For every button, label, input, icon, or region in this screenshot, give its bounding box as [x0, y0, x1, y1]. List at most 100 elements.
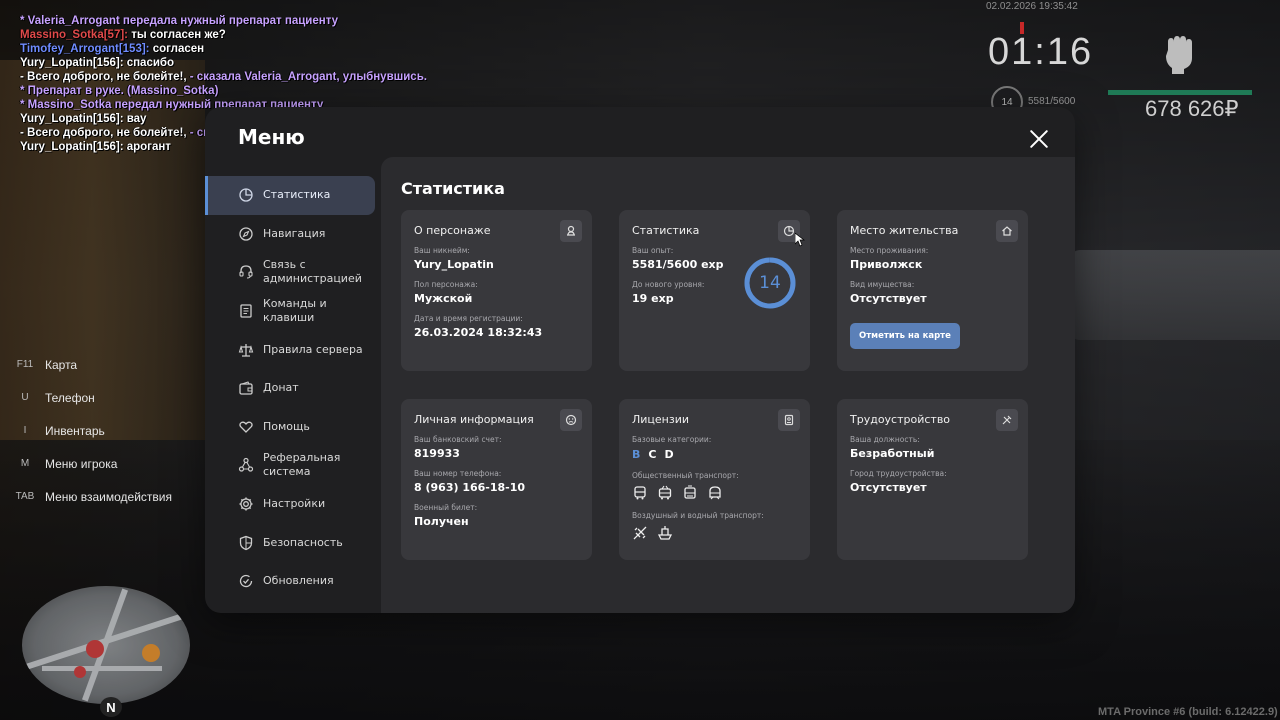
registration-value: 26.03.2024 18:32:43	[414, 326, 543, 339]
public-transport-label: Общественный транспорт:	[632, 471, 739, 480]
shield-icon	[239, 535, 253, 550]
tools-icon[interactable]	[996, 409, 1018, 431]
keybind-hint: U Телефон	[14, 381, 172, 414]
chat-segment: - Всего доброго, не болейте!,	[20, 127, 190, 139]
card-job: Трудоустройство Ваша должность: Безработ…	[837, 399, 1028, 560]
sidebar-item[interactable]: Безопасность	[205, 523, 375, 562]
mark-on-map-button[interactable]: Отметить на карте	[850, 323, 960, 349]
pie-chart-icon	[239, 188, 253, 202]
hint-key: F11	[16, 359, 34, 370]
property-value: Отсутствует	[850, 292, 927, 305]
home-icon[interactable]	[996, 220, 1018, 242]
hint-key: U	[21, 392, 29, 403]
trolleybus-icon	[658, 485, 672, 500]
card-licenses: Лицензии Базовые категории: BCD Обществе…	[619, 399, 810, 560]
hint-label: Меню взаимодействия	[45, 489, 172, 504]
content-title: Статистика	[401, 179, 505, 198]
chat-segment: Yury_Lopatin[156]: вау	[20, 113, 147, 125]
sidebar-item-label: Донат	[263, 381, 299, 395]
card-character: О персонаже Ваш никнейм: Yury_Lopatin По…	[401, 210, 592, 371]
sidebar-item[interactable]: Настройки	[205, 485, 375, 524]
card-title: Статистика	[632, 224, 700, 237]
sidebar-item[interactable]: Донат	[205, 369, 375, 408]
nickname-label: Ваш никнейм:	[414, 246, 470, 255]
chat-segment: - Всего доброго, не болейте!,	[20, 71, 190, 83]
sidebar-item-label: Статистика	[263, 188, 331, 202]
air-water-transport-icons	[632, 525, 797, 541]
face-icon[interactable]	[560, 409, 582, 431]
card-residence: Место жительства Место проживания: Приво…	[837, 210, 1028, 371]
chat-segment: Yury_Lopatin[156]: спасибо	[20, 57, 175, 69]
nickname-value: Yury_Lopatin	[414, 258, 494, 271]
hint-label: Инвентарь	[45, 423, 105, 438]
hint-label: Меню игрока	[45, 456, 118, 471]
hint-key: I	[23, 425, 27, 436]
chat-segment: Massino_Sotka[57]:	[20, 29, 132, 41]
hint-label: Телефон	[45, 390, 95, 405]
sidebar-item-label: Связь с администрацией	[263, 258, 362, 286]
position-label: Ваша должность:	[850, 435, 920, 444]
license-categories: BCD	[632, 448, 797, 461]
base-categories-label: Базовые категории:	[632, 435, 712, 444]
sidebar-item-label: Настройки	[263, 497, 326, 511]
user-stamp-icon[interactable]	[560, 220, 582, 242]
property-label: Вид имущества:	[850, 280, 915, 289]
sidebar-item-label: Навигация	[263, 226, 326, 240]
sidebar-item[interactable]: Помощь	[205, 408, 375, 447]
card-title: О персонаже	[414, 224, 491, 237]
sidebar-item[interactable]: Навигация	[205, 215, 375, 254]
menu-sidebar: Статистика Навигация Связь с администрацией…	[205, 176, 375, 601]
hospital-blip	[86, 640, 104, 658]
build-version: MTA Province #6 (build: 6.12422.9)	[1098, 706, 1278, 718]
wallet-icon	[239, 381, 253, 395]
sidebar-item[interactable]: Правила сервера	[205, 330, 375, 369]
hint-label: Карта	[45, 357, 78, 372]
chat-segment: Yury_Lopatin[156]: арогант	[20, 141, 171, 153]
phone-value: 8 (963) 166-18-10	[414, 481, 526, 494]
keybind-hint: F11 Карта	[14, 348, 172, 381]
plane-icon	[633, 526, 647, 540]
scales-icon	[238, 343, 254, 357]
player-menu: Меню Статистика Навигация Связь с администр…	[205, 107, 1075, 613]
air-water-transport-label: Воздушный и водный транспорт:	[632, 511, 764, 520]
chat-line: * Препарат в руке. (Massino_Sotka)	[20, 84, 540, 98]
north-icon: N	[100, 697, 122, 717]
sidebar-item-label: Обновления	[263, 574, 334, 588]
exp-label: Ваш опыт:	[632, 246, 674, 255]
sidebar-item-label: Команды и клавиши	[263, 297, 327, 325]
player-blip	[74, 666, 86, 678]
network-icon	[238, 458, 254, 473]
keybind-hints: F11 Карта U Телефон I Инвентарь M Меню игрока TA…	[14, 348, 172, 513]
sidebar-item[interactable]: Обновления	[205, 562, 375, 601]
close-icon[interactable]	[1027, 127, 1051, 151]
sidebar-item[interactable]: Связь с администрацией	[205, 253, 375, 292]
gender-value: Мужской	[414, 292, 473, 305]
card-title: Лицензии	[632, 413, 690, 426]
id-card-icon[interactable]	[778, 409, 800, 431]
chat-segment: Timofey_Arrogant[153]:	[20, 43, 153, 55]
hud-date: 02.02.2026 19:35:42	[986, 1, 1078, 12]
health-bar	[1108, 90, 1252, 95]
chat-segment: ты согласен же?	[131, 29, 226, 41]
shop-blip	[142, 644, 160, 662]
metro-icon	[709, 486, 721, 500]
sidebar-item-label: Правила сервера	[263, 342, 363, 356]
license-category: C	[648, 448, 657, 461]
hint-key: TAB	[15, 491, 35, 502]
sidebar-item[interactable]: Статистика	[205, 176, 375, 215]
level-number: 14	[759, 273, 781, 293]
chat-line: - Всего доброго, не болейте!, - сказала …	[20, 70, 540, 84]
job-city-value: Отсутствует	[850, 481, 927, 494]
public-transport-icons	[632, 485, 797, 501]
parked-vehicle	[1070, 250, 1280, 340]
sidebar-item[interactable]: Команды и клавиши	[205, 292, 375, 331]
phone-label: Ваш номер телефона:	[414, 469, 502, 478]
license-category: B	[632, 448, 641, 461]
boat-icon	[657, 526, 673, 540]
sidebar-item[interactable]: Реферальная система	[205, 446, 375, 485]
keybind-hint: TAB Меню взаимодействия	[14, 480, 172, 513]
minimap	[22, 586, 190, 704]
keybind-hint: M Меню игрока	[14, 447, 172, 480]
refresh-check-icon	[239, 575, 253, 588]
bank-value: 819933	[414, 447, 460, 460]
